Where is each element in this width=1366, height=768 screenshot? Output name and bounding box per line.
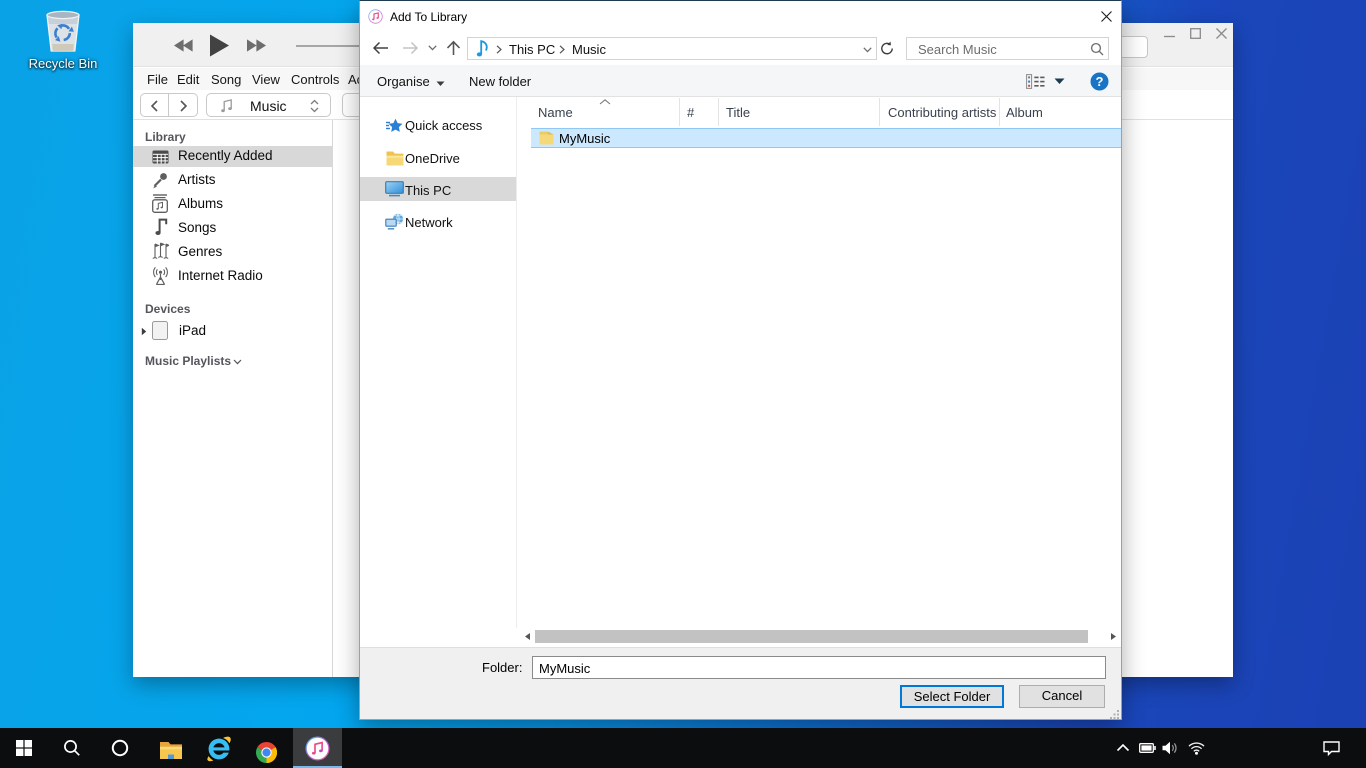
svg-text:?: ?: [1096, 74, 1104, 89]
